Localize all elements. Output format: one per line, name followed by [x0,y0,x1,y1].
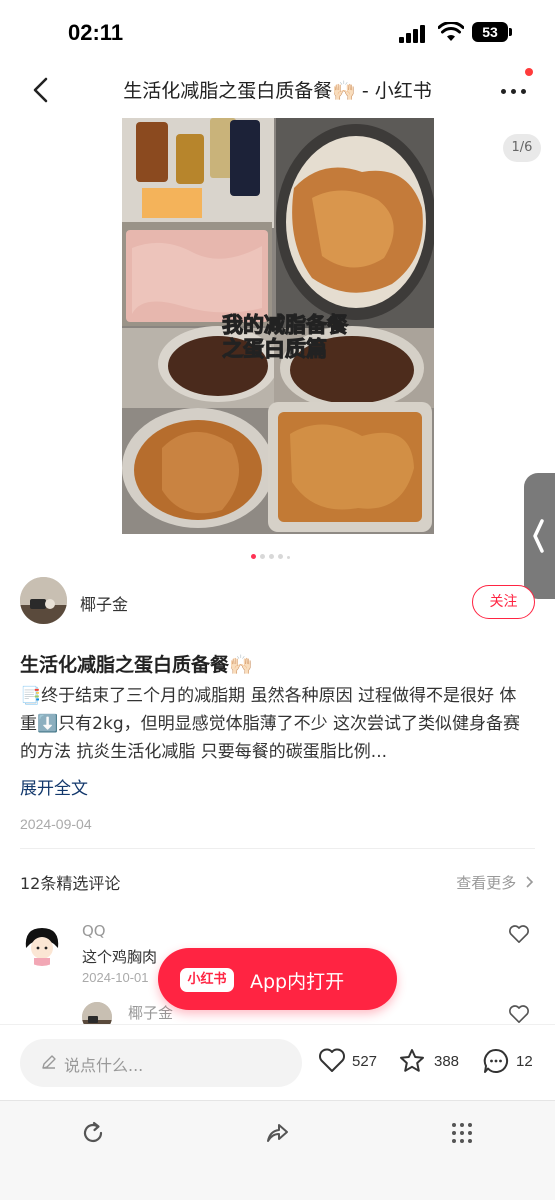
star-icon [400,1049,424,1072]
carousel-dot[interactable] [278,554,283,559]
status-bar: 02:11 53 [0,0,555,66]
pencil-icon [42,1055,56,1069]
meal-prep-photo[interactable]: 我的减脂备餐 之蛋白质篇 [122,118,434,534]
comments-header: 12条精选评论 [20,874,121,893]
comment-text: 这个鸡胸肉 [82,948,158,966]
note-title: 生活化减脂之蛋白质备餐🙌🏻 [20,654,253,676]
comment-button[interactable]: 12 [482,1047,538,1077]
page-title: 生活化减脂之蛋白质备餐🙌🏻 - 小红书 [123,80,432,102]
comment-count: 12 [516,1053,533,1070]
commenter-name[interactable]: QQ [82,922,106,940]
open-in-app-button[interactable]: 小红书 App内打开 [158,948,397,1010]
carousel-dot[interactable] [251,554,256,559]
refresh-icon[interactable] [79,1119,107,1147]
comment-bubble-icon [483,1048,509,1073]
see-more-comments-link[interactable]: 查看更多 [456,872,535,893]
like-button[interactable]: 527 [318,1047,388,1077]
top-nav: 生活化减脂之蛋白质备餐🙌🏻 - 小红书 [0,66,555,114]
author-row: 椰子金 关注 [20,577,535,629]
reply-avatar[interactable] [82,1002,112,1026]
xiaohongshu-logo: 小红书 [180,968,234,992]
overlay-title-line2: 之蛋白质篇 [222,337,327,361]
commenter-avatar[interactable] [20,922,64,966]
open-in-app-label: App内打开 [250,971,345,993]
author-name[interactable]: 椰子金 [80,591,128,615]
carousel-dot[interactable] [287,556,290,559]
comment-input[interactable]: 说点什么... [20,1039,302,1087]
bottom-action-bar: 说点什么... 527 388 12 [0,1024,555,1100]
reply-author-name[interactable]: 椰子金 [128,1002,173,1023]
heart-icon[interactable] [508,1004,530,1024]
collect-button[interactable]: 388 [398,1047,468,1077]
comment-placeholder: 说点什么... [64,1056,144,1075]
grid-menu-icon[interactable] [448,1119,476,1147]
carousel-dot[interactable] [269,554,274,559]
overlay-title-line1: 我的减脂备餐 [222,313,349,337]
comment-date: 2024-10-01 [82,970,149,985]
heart-icon[interactable] [508,924,530,944]
note-date: 2024-09-04 [20,816,92,832]
carousel-dots[interactable] [251,544,294,559]
note-body: 📑终于结束了三个月的减脂期 虽然各种原因 过程做得不是很好 体重⬇️只有2kg，… [20,686,521,762]
divider [20,848,535,849]
image-carousel[interactable]: 我的减脂备餐 之蛋白质篇 [0,118,555,536]
share-icon[interactable] [263,1119,291,1147]
status-time: 02:11 [68,20,124,45]
back-icon[interactable] [26,74,58,106]
more-options-icon[interactable] [496,76,532,104]
cellular-signal-icon [399,25,429,43]
battery-icon: 53 [472,22,512,42]
expand-full-text-link[interactable]: 展开全文 [20,774,88,799]
see-more-label: 查看更多 [456,874,517,892]
image-counter: 1/6 [503,134,541,162]
carousel-dot[interactable] [260,554,265,559]
wifi-icon [438,22,464,41]
browser-toolbar [0,1100,555,1200]
like-count: 527 [352,1053,378,1070]
author-avatar[interactable] [20,577,67,624]
follow-button[interactable]: 关注 [472,585,535,619]
notification-dot [525,68,533,76]
collect-count: 388 [434,1053,460,1070]
heart-icon [319,1048,345,1072]
chevron-right-icon [526,876,534,888]
